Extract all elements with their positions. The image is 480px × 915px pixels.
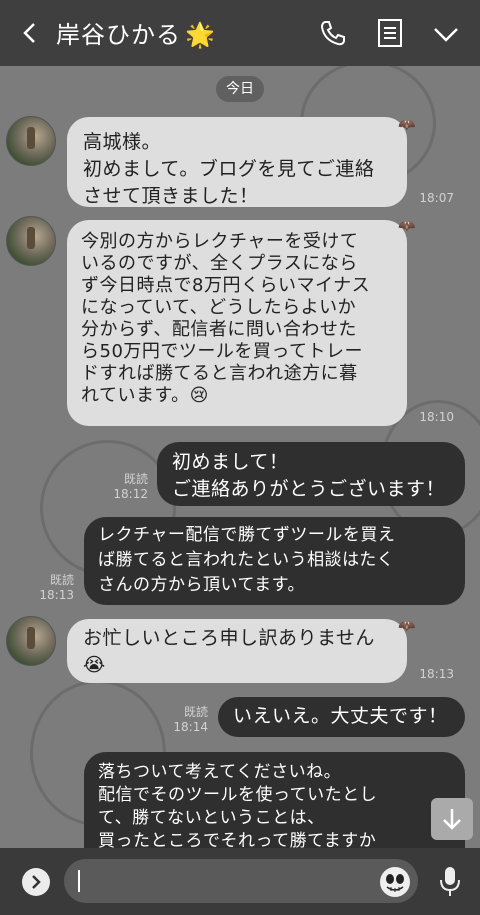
call-icon[interactable] [318,18,348,48]
read-receipt: 既読 18:13 [34,573,74,603]
chat-title: 岸谷ひかる 🌟 [56,15,216,50]
read-label: 既読 [123,472,148,486]
star-emoji-icon: 🌟 [185,21,216,49]
message-time: 18:14 [173,720,208,734]
scroll-to-bottom-button[interactable] [431,798,473,840]
read-label: 既読 [183,705,208,719]
emoji-button[interactable] [380,867,410,897]
expand-button[interactable] [22,868,50,896]
scroll-down-icon [443,809,461,830]
message-time: 18:12 [113,487,148,501]
read-receipt: 既読 18:14 [168,705,208,735]
read-receipt: 既読 18:12 [108,472,148,502]
message-time: 18:10 [419,410,454,424]
bat-icon: 🦇 [398,618,416,634]
bat-icon: 🦇 [398,117,416,133]
text-caret [78,870,80,892]
message-time: 18:13 [419,667,454,681]
contact-name: 岸谷ひかる [56,21,181,49]
message-bubble-incoming[interactable]: 高城様。 初めまして。ブログを見てご連絡 させて頂きました！ [67,117,407,207]
emoji-icon [386,874,404,892]
message-bubble-incoming[interactable]: お忙しいところ申し訳ありません 😭 [67,619,407,683]
read-label: 既読 [49,573,74,587]
message-time: 18:07 [419,191,454,205]
expand-icon [32,875,41,889]
message-time: 18:13 [39,588,74,602]
avatar[interactable] [6,616,56,666]
notes-icon[interactable] [377,18,403,48]
message-bubble-outgoing[interactable]: レクチャー配信で勝てずツールを買え ば勝てると言われたという相談はたく さんの方… [84,517,465,605]
message-input-bar [0,848,480,915]
message-bubble-outgoing[interactable]: 初めまして！ ご連絡ありがとうございます！ [157,442,465,506]
avatar[interactable] [6,216,56,266]
avatar[interactable] [6,116,56,166]
message-bubble-outgoing[interactable]: いえいえ。大丈夫です！ [218,697,465,737]
chevron-down-icon[interactable] [432,20,460,48]
chat-header: 岸谷ひかる 🌟 [0,0,480,66]
date-separator: 今日 [216,76,264,102]
back-icon[interactable] [18,20,44,46]
mic-icon[interactable] [438,865,462,899]
message-input[interactable] [64,859,418,903]
message-bubble-incoming[interactable]: 今別の方からレクチャーを受けて いるのですが、全くプラスになら ず今日時点で8万… [67,220,407,426]
bat-icon: 🦇 [398,218,416,234]
